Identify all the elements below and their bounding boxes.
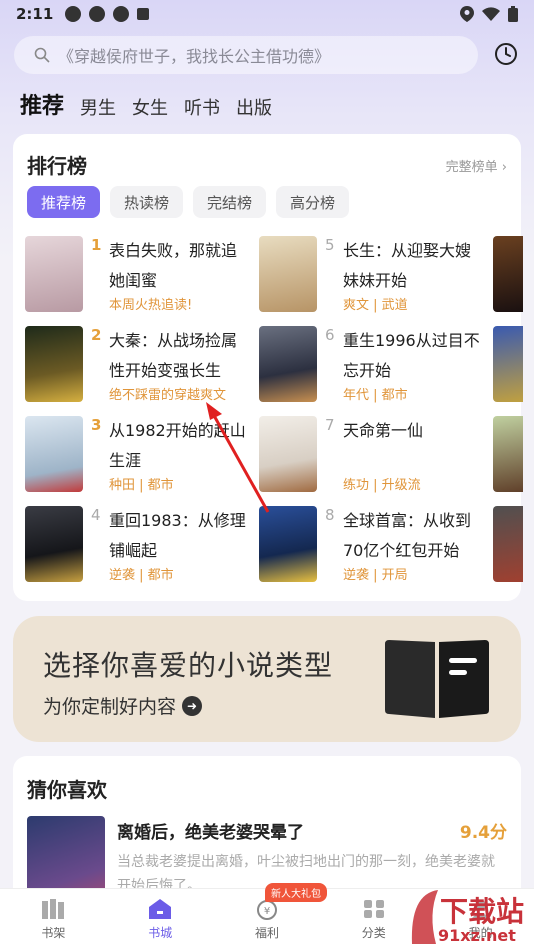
book-tag: 练功 | 升级流 xyxy=(343,478,421,493)
book-tag: 本周火热追读! xyxy=(109,298,193,313)
pill-recommend[interactable]: 推荐榜 xyxy=(27,186,101,218)
ranking-book[interactable]: 6 重生1996从过目不忘开始年代 | 都市 xyxy=(259,326,485,406)
ranking-book[interactable]: 7 天命第一仙练功 | 升级流 xyxy=(259,416,485,496)
notification-icon xyxy=(89,6,106,22)
pill-finished[interactable]: 完结榜 xyxy=(193,186,267,218)
book-title[interactable]: 离婚后，绝美老婆哭晕了 xyxy=(117,818,304,843)
nav-label: 福利 xyxy=(254,926,279,940)
book-cover xyxy=(259,326,317,402)
top-nav-tabs: 推荐 男生 女生 听书 出版 xyxy=(20,88,272,120)
book-cover xyxy=(493,236,523,312)
nav-label: 书架 xyxy=(41,926,66,940)
tab-recommend[interactable]: 推荐 xyxy=(20,88,64,120)
book-score: 9.4分 xyxy=(459,823,507,843)
rank-number: 8 xyxy=(325,506,335,524)
nav-label: 分类 xyxy=(361,926,386,940)
book-tag: 种田 | 都市 xyxy=(109,478,174,493)
book-tag: 逆袭 | 开局 xyxy=(343,568,408,583)
ranking-book[interactable]: 5 长生：从迎娶大嫂妹妹开始爽文 | 武道 xyxy=(259,236,485,316)
status-bar: 2:11 xyxy=(0,0,534,28)
promo-title: 选择你喜爱的小说类型 xyxy=(43,649,334,682)
ranking-card: 排行榜 完整榜单 › 推荐榜 热读榜 完结榜 高分榜 1 表白失败，那就追她闺蜜… xyxy=(13,134,523,601)
book-title: 重回1983：从修理铺崛起 xyxy=(109,511,246,560)
ranking-title: 排行榜 xyxy=(27,154,87,178)
tab-publish[interactable]: 出版 xyxy=(236,94,272,120)
book-title: 重生1996从过目不忘开始 xyxy=(343,331,480,380)
search-icon xyxy=(34,47,50,63)
nav-bookstore[interactable]: 书城 xyxy=(107,889,214,950)
book-title: 从1982开始的赶山生涯 xyxy=(109,421,246,470)
nav-welfare[interactable]: 新人大礼包 ¥ 福利 xyxy=(214,883,327,950)
rank-number: 4 xyxy=(91,506,101,524)
guess-title: 猜你喜欢 xyxy=(27,778,107,802)
rank-number: 6 xyxy=(325,326,335,344)
category-icon xyxy=(363,900,384,918)
rank-number: 2 xyxy=(91,326,102,344)
search-placeholder: 《穿越侯府世子，我找长公主借功德》 xyxy=(58,47,331,66)
pill-hot[interactable]: 热读榜 xyxy=(110,186,184,218)
notification-icon xyxy=(65,6,82,22)
status-time: 2:11 xyxy=(16,5,54,23)
book-title: 全球首富：从收到70亿个红包开始 xyxy=(343,511,472,560)
chevron-right-icon: › xyxy=(501,160,507,175)
ranking-book[interactable]: 4 重回1983：从修理铺崛起逆袭 | 都市 xyxy=(25,506,251,586)
book-cover xyxy=(259,416,317,492)
genre-promo-banner[interactable]: 选择你喜爱的小说类型 为你定制好内容 ➜ xyxy=(13,616,521,742)
rank-number: 7 xyxy=(325,416,335,434)
book-cover xyxy=(259,236,317,312)
ranking-book[interactable]: 1 表白失败，那就追她闺蜜本周火热追读! xyxy=(25,236,251,316)
rank-number: 1 xyxy=(91,236,102,254)
book-title: 表白失败，那就追她闺蜜 xyxy=(109,241,238,290)
search-input[interactable]: 《穿越侯府世子，我找长公主借功德》 xyxy=(14,36,478,74)
tab-audiobook[interactable]: 听书 xyxy=(184,94,220,120)
open-book-icon xyxy=(385,640,489,718)
book-title: 大秦：从战场捡属性开始变强长生 xyxy=(109,331,238,380)
wifi-icon xyxy=(482,7,500,21)
new-user-gift-badge: 新人大礼包 xyxy=(264,883,327,902)
book-title: 天命第一仙 xyxy=(343,421,424,440)
rank-number: 5 xyxy=(325,236,335,254)
rank-number: 3 xyxy=(91,416,102,434)
home-icon xyxy=(149,899,172,919)
history-clock-icon[interactable] xyxy=(494,42,518,66)
full-list-label: 完整榜单 xyxy=(445,160,498,175)
notification-icon xyxy=(113,6,130,22)
book-tag: 爽文 | 武道 xyxy=(343,298,408,313)
book-cover xyxy=(493,326,523,402)
pill-high-score[interactable]: 高分榜 xyxy=(276,186,350,218)
svg-text:¥: ¥ xyxy=(264,906,270,917)
nav-label: 书城 xyxy=(148,926,173,940)
book-cover xyxy=(25,326,83,402)
book-cover xyxy=(259,506,317,582)
watermark-text: 下载站 xyxy=(440,895,525,928)
book-tag: 绝不踩雷的穿越爽文 xyxy=(109,388,227,403)
ranking-book[interactable]: 2 大秦：从战场捡属性开始变强长生绝不踩雷的穿越爽文 xyxy=(25,326,251,406)
ranking-pills: 推荐榜 热读榜 完结榜 高分榜 xyxy=(27,186,350,218)
ranking-book[interactable]: 8 全球首富：从收到70亿个红包开始逆袭 | 开局 xyxy=(259,506,485,586)
book-cover xyxy=(493,506,523,582)
book-cover xyxy=(25,506,83,582)
location-icon xyxy=(460,6,474,22)
tab-female[interactable]: 女生 xyxy=(132,94,168,120)
book-cover xyxy=(493,416,523,492)
book-cover xyxy=(25,416,83,492)
battery-icon xyxy=(508,6,518,22)
promo-subtitle: 为你定制好内容 xyxy=(43,696,177,718)
ranking-book[interactable]: 3 从1982开始的赶山生涯种田 | 都市 xyxy=(25,416,251,496)
full-list-link[interactable]: 完整榜单 › xyxy=(446,156,507,175)
book-tag: 逆袭 | 都市 xyxy=(109,568,174,583)
arrow-right-icon: ➜ xyxy=(182,695,203,716)
notification-icon xyxy=(137,8,150,20)
book-tag: 年代 | 都市 xyxy=(343,388,408,403)
book-cover xyxy=(25,236,83,312)
tab-male[interactable]: 男生 xyxy=(80,94,116,120)
nav-bookshelf[interactable]: 书架 xyxy=(0,889,107,950)
watermark-url: 91xz.net xyxy=(438,926,516,945)
bookshelf-icon xyxy=(42,899,65,919)
book-title: 长生：从迎娶大嫂妹妹开始 xyxy=(343,241,472,290)
